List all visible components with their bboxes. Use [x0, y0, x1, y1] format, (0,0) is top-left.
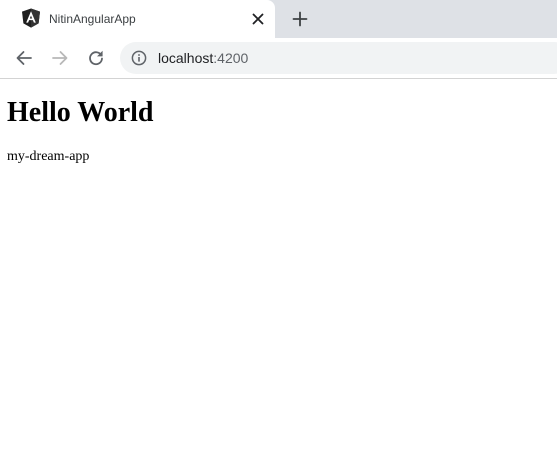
tab-strip: NitinAngularApp	[0, 0, 557, 38]
reload-icon[interactable]	[84, 46, 108, 70]
page-title: Hello World	[7, 97, 154, 128]
close-icon[interactable]	[248, 9, 268, 29]
address-bar[interactable]: localhost:4200	[120, 42, 557, 74]
url-port: :4200	[213, 50, 249, 66]
angular-logo-icon	[21, 8, 41, 28]
tab-title: NitinAngularApp	[49, 12, 136, 26]
url-host: localhost	[158, 50, 214, 66]
plus-icon[interactable]	[288, 7, 312, 31]
arrow-left-icon[interactable]	[12, 46, 36, 70]
page-viewport: Hello World my-dream-app	[0, 79, 557, 469]
arrow-right-icon[interactable]	[48, 46, 72, 70]
browser-toolbar: localhost:4200	[0, 38, 557, 79]
tab-active[interactable]: NitinAngularApp	[0, 0, 275, 38]
app-name-text: my-dream-app	[7, 149, 90, 164]
url-text[interactable]: localhost:4200	[158, 50, 248, 66]
info-icon[interactable]	[131, 50, 147, 66]
